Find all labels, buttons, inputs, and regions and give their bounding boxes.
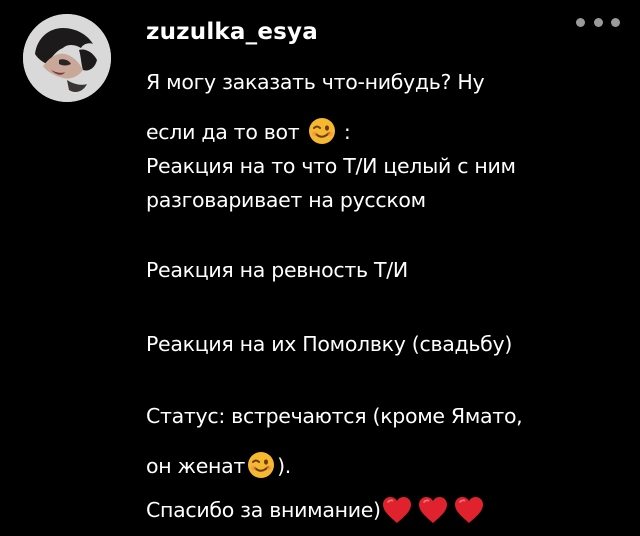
more-options-button[interactable] [576, 12, 620, 32]
comment-line: Реакция на ревность Т/И [146, 258, 408, 282]
red-heart-icon [454, 497, 483, 523]
comment-line: он женат ). [146, 448, 291, 484]
avatar[interactable] [23, 14, 111, 102]
winking-face-emoji-icon [248, 452, 275, 478]
comment-line: Я могу заказать что-нибудь? Ну [146, 70, 485, 94]
more-options-dot-icon [593, 17, 603, 27]
comment-line: если да то вот : [146, 114, 351, 150]
username[interactable]: zuzulka_esya [146, 16, 318, 48]
red-heart-icon [418, 497, 447, 523]
comment-line: разговаривает на русском [146, 188, 426, 212]
comment-line: Реакция на их Помолвку (свадьбу) [146, 332, 513, 356]
comment-line: Спасибо за внимание) [146, 492, 489, 528]
comment-line: Статус: встречаются (кроме Ямато, [146, 404, 523, 428]
more-options-dot-icon [611, 17, 620, 27]
comment-line: Реакция на то что Т/И целый с ним [146, 154, 516, 178]
more-options-dot-icon [576, 17, 585, 27]
winking-face-emoji-icon [308, 118, 335, 144]
red-heart-icon [382, 497, 411, 523]
